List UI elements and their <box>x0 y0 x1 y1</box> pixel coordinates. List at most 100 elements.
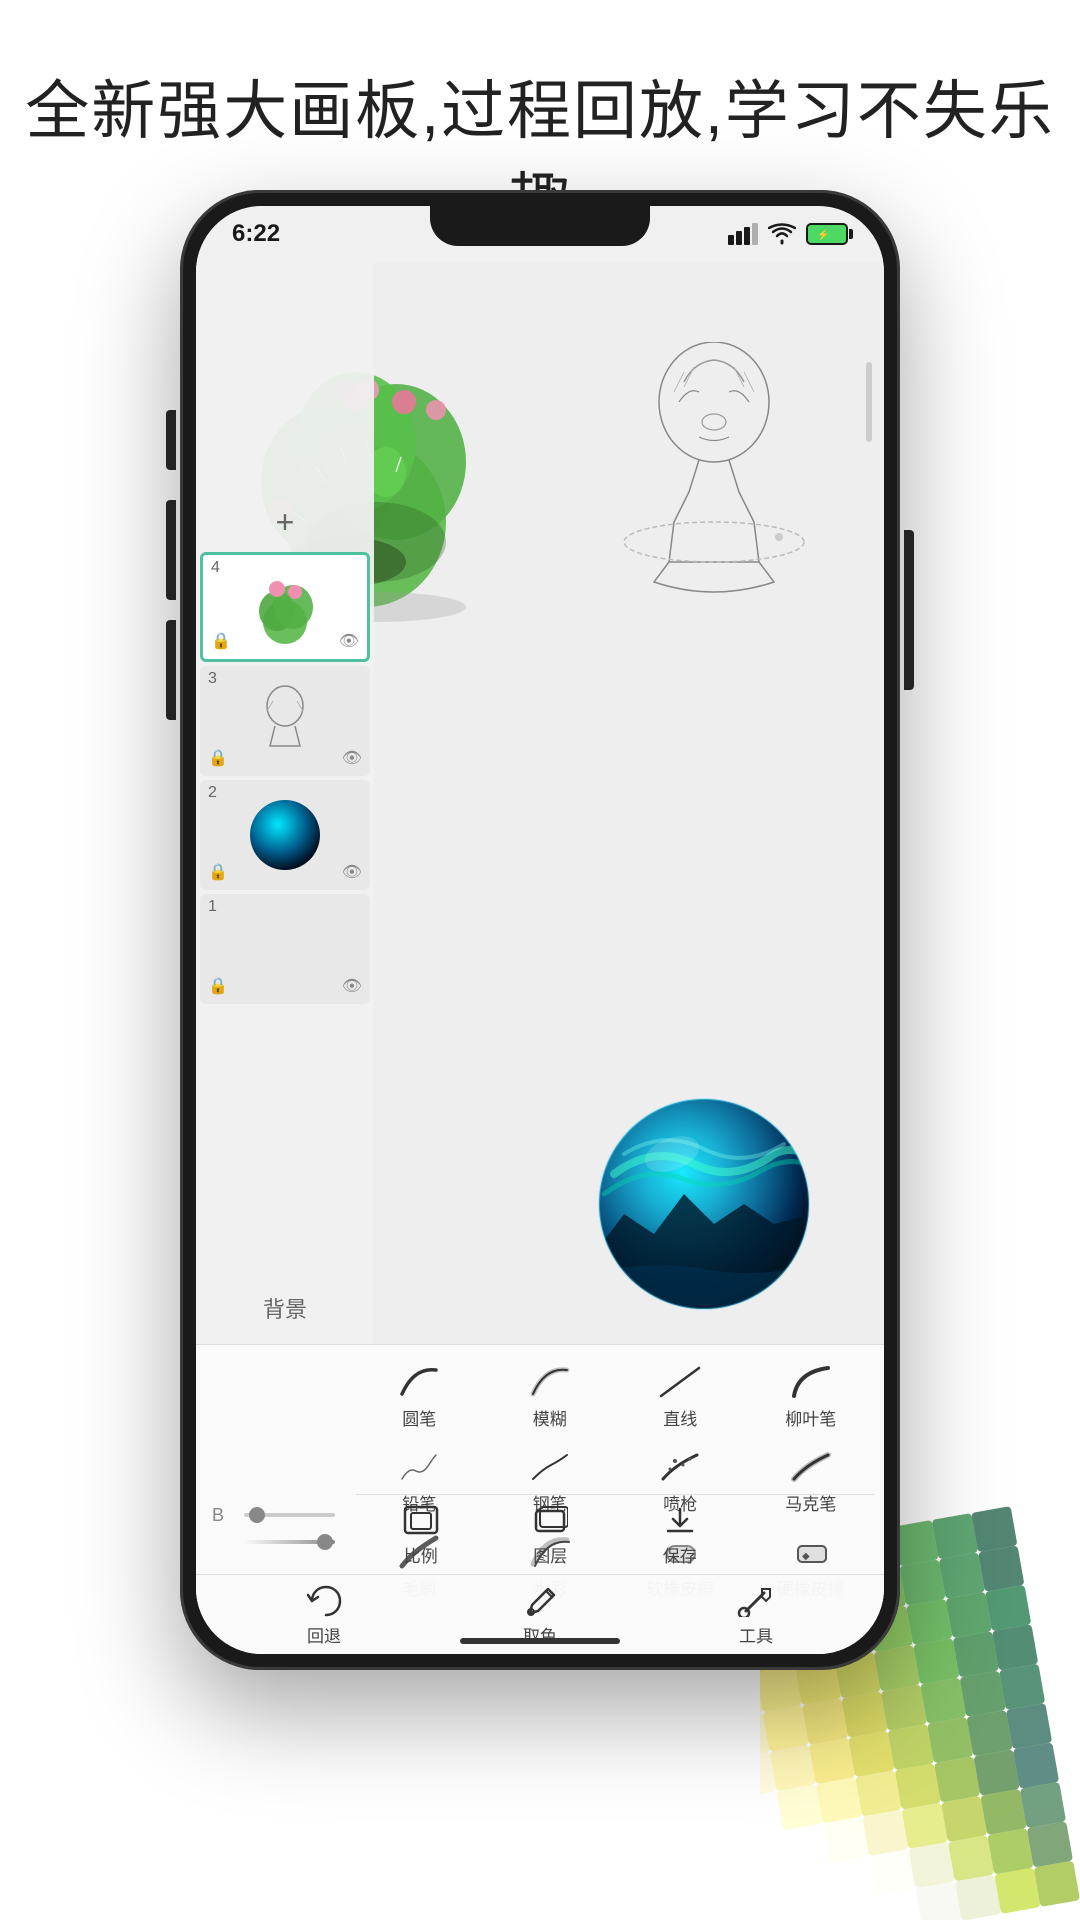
layer-eye-2[interactable]: 👁 <box>342 862 362 882</box>
layer-item-3[interactable]: 3 🔒 👁 <box>200 666 370 776</box>
layer-eye-4[interactable]: 👁 <box>339 631 359 651</box>
mosaic-cell <box>927 1717 973 1763</box>
scrollbar-vertical[interactable] <box>866 362 872 442</box>
mosaic-cell <box>999 1664 1045 1710</box>
mosaic-cell <box>1006 1703 1052 1749</box>
home-indicator <box>460 1638 620 1644</box>
mosaic-cell <box>946 1592 992 1638</box>
layer-lock-3: 🔒 <box>208 748 228 768</box>
mosaic-cell <box>955 1874 1001 1920</box>
mosaic-cell <box>985 1585 1031 1631</box>
mosaic-cell <box>823 1817 869 1863</box>
brush-size-track[interactable] <box>244 1513 335 1517</box>
action-tools[interactable]: 工具 <box>734 1582 778 1647</box>
mosaic-cell <box>992 1624 1038 1670</box>
mute-button <box>166 410 176 470</box>
mosaic-cell <box>1020 1782 1066 1828</box>
mosaic-cell <box>906 1599 952 1645</box>
layer-eye-3[interactable]: 👁 <box>342 748 362 768</box>
mosaic-cell <box>960 1671 1006 1717</box>
brush-item-blur[interactable]: 模糊 <box>487 1355 614 1436</box>
mosaic-cell <box>770 1745 816 1791</box>
brush-panel: B 圆笔 <box>196 1344 884 1654</box>
signal-icon <box>728 223 758 245</box>
brush-icon-spray <box>654 1446 706 1486</box>
brush-icon-pencil <box>393 1446 445 1486</box>
brush-icon-willow <box>785 1361 837 1401</box>
mosaic-cell <box>1013 1742 1059 1788</box>
mosaic-cell <box>915 1881 961 1920</box>
mosaic-cell <box>783 1823 829 1869</box>
action-tools-label: 工具 <box>739 1622 773 1647</box>
eyedrop-icon <box>518 1582 562 1618</box>
layer-item-2[interactable]: 2 🔒 👁 <box>200 780 370 890</box>
notch <box>430 206 650 246</box>
add-layer-button[interactable]: + <box>265 502 305 542</box>
brush-label-round: 圆笔 <box>402 1405 436 1430</box>
brush-icon-marker <box>785 1446 837 1486</box>
layer-num-4: 4 <box>211 559 220 577</box>
add-icon: + <box>276 504 295 541</box>
tool-ratio[interactable]: 比例 <box>356 1495 486 1574</box>
brush-label-line: 直线 <box>663 1405 697 1430</box>
mosaic-cell <box>913 1638 959 1684</box>
svg-text:⚡: ⚡ <box>817 228 829 241</box>
layer-lock-4: 🔒 <box>211 631 231 651</box>
mosaic-cell <box>941 1796 987 1842</box>
mosaic-cell <box>966 1710 1012 1756</box>
battery-icon: ⚡ <box>806 223 848 245</box>
mosaic-cell <box>830 1856 876 1902</box>
opacity-track[interactable] <box>244 1540 335 1544</box>
mosaic-cell <box>987 1828 1033 1874</box>
tool-layer[interactable]: 图层 <box>486 1495 616 1574</box>
status-icons: ⚡ <box>728 223 848 245</box>
brush-item-willow[interactable]: 柳叶笔 <box>748 1355 875 1436</box>
mosaic-cell <box>934 1756 980 1802</box>
tool-layer-label: 图层 <box>533 1542 567 1567</box>
brush-label-willow: 柳叶笔 <box>785 1405 836 1430</box>
phone-frame-wrapper: 6:22 <box>180 190 900 1750</box>
mosaic-cell <box>932 1513 978 1559</box>
mosaic-cell <box>776 1784 822 1830</box>
action-undo[interactable]: 回退 <box>302 1582 346 1647</box>
mosaic-cell <box>869 1849 915 1895</box>
layer-item-1[interactable]: 1 🔒 👁 <box>200 894 370 1004</box>
volume-up-button <box>166 500 176 600</box>
action-undo-label: 回退 <box>307 1622 341 1647</box>
layers-panel: + <box>196 262 374 1344</box>
save-icon <box>658 1502 702 1538</box>
layer-eye-1[interactable]: 👁 <box>342 976 362 996</box>
brush-label-blur: 模糊 <box>533 1405 567 1430</box>
tools-row: 比例 图层 <box>356 1494 874 1574</box>
layer-num-2: 2 <box>208 784 217 802</box>
mosaic-cell <box>978 1545 1024 1591</box>
ratio-icon <box>399 1502 443 1538</box>
brush-size-thumb[interactable] <box>249 1507 265 1523</box>
brush-icon-round <box>393 1361 445 1401</box>
undo-icon <box>302 1582 346 1618</box>
background-label: 背景 <box>196 1292 374 1324</box>
mosaic-cell <box>909 1842 955 1888</box>
mosaic-cell <box>994 1868 1040 1914</box>
brush-item-round[interactable]: 圆笔 <box>356 1355 483 1436</box>
mosaic-cell <box>899 1559 945 1605</box>
mosaic-cell <box>1027 1821 1073 1867</box>
opacity-thumb[interactable] <box>317 1534 333 1550</box>
status-time: 6:22 <box>232 220 280 248</box>
layer-lock-1: 🔒 <box>208 976 228 996</box>
phone-frame: 6:22 <box>180 190 900 1670</box>
tool-save[interactable]: 保存 <box>615 1495 745 1574</box>
mosaic-cell <box>939 1552 985 1598</box>
power-button <box>904 530 914 690</box>
mosaic-cell <box>790 1863 836 1909</box>
tool-ratio-label: 比例 <box>404 1542 438 1567</box>
layer-num-3: 3 <box>208 670 217 688</box>
tools-icon <box>734 1582 778 1618</box>
drawing-bust <box>604 342 824 622</box>
mosaic-cell <box>920 1678 966 1724</box>
mosaic-cell <box>1034 1861 1080 1907</box>
mosaic-cell <box>902 1803 948 1849</box>
brush-item-line[interactable]: 直线 <box>617 1355 744 1436</box>
layer-item-4[interactable]: 4 🔒 👁 <box>200 552 370 662</box>
mosaic-cell <box>855 1770 901 1816</box>
